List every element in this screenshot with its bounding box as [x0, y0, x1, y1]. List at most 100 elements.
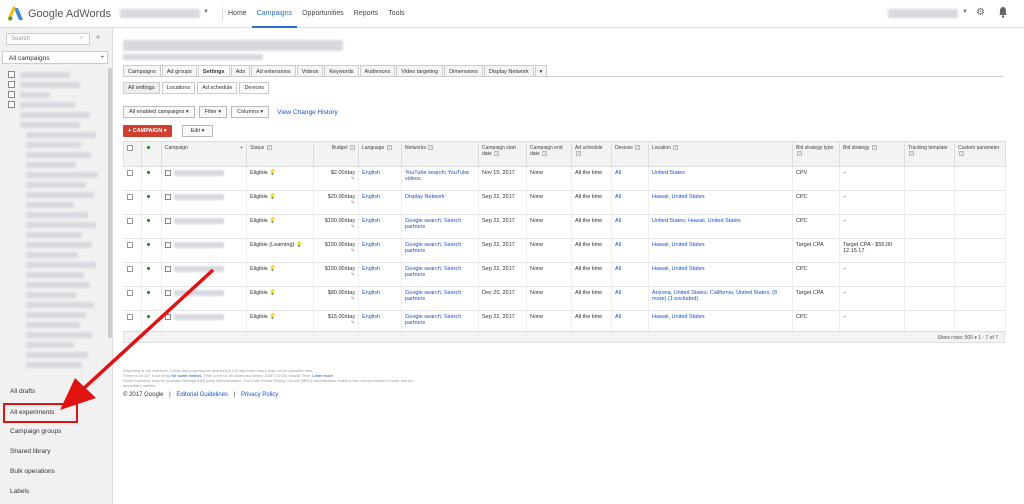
language-cell[interactable]: English: [358, 166, 402, 191]
tree-item[interactable]: [6, 260, 102, 270]
campaign-name-cell[interactable]: [161, 166, 247, 191]
tab-keywords[interactable]: Keywords: [324, 65, 359, 76]
budget-cell[interactable]: $80.00/day ✎: [313, 286, 359, 311]
row-checkbox[interactable]: [123, 214, 142, 239]
tab-audiences[interactable]: Audiences: [359, 65, 396, 76]
nav-campaigns[interactable]: Campaigns: [251, 0, 298, 28]
header-bid-strategy[interactable]: Bid strategy ?: [839, 141, 905, 167]
language-cell[interactable]: English: [358, 238, 402, 263]
tree-item[interactable]: [6, 130, 102, 140]
tree-item[interactable]: [6, 190, 102, 200]
search-icon[interactable]: ⌕: [80, 35, 83, 42]
sidebar-all-campaigns[interactable]: All campaigns +: [2, 51, 108, 64]
budget-cell[interactable]: $100.00/day ✎: [313, 238, 359, 263]
campaign-name-redacted[interactable]: [174, 314, 224, 320]
tree-item[interactable]: [6, 310, 102, 320]
account-dropdown-icon[interactable]: ▼: [203, 9, 209, 15]
row-checkbox[interactable]: [123, 286, 142, 311]
add-campaign-button[interactable]: + CAMPAIGN ▾: [123, 125, 172, 137]
campaign-name-redacted[interactable]: [174, 242, 224, 248]
networks-cell[interactable]: Google search; Search partners: [401, 262, 479, 287]
lightbulb-icon[interactable]: 💡: [269, 314, 276, 320]
table-row[interactable]: Eligible 💡 $80.00/day ✎ English Google searc…: [123, 286, 1006, 311]
lightbulb-icon[interactable]: 💡: [269, 170, 276, 176]
edit-budget-icon[interactable]: ✎: [351, 176, 355, 182]
row-checkbox[interactable]: [123, 190, 142, 215]
header-language[interactable]: Language ?: [358, 141, 402, 167]
header-status[interactable]: Status ?: [246, 141, 314, 167]
tab-settings[interactable]: Settings: [197, 65, 230, 76]
networks-cell[interactable]: Google search; Search partners: [401, 286, 479, 311]
edit-budget-icon[interactable]: ✎: [351, 320, 355, 326]
budget-cell[interactable]: $100.00/day ✎: [313, 262, 359, 287]
lightbulb-icon[interactable]: 💡: [269, 266, 276, 272]
nav-tools[interactable]: Tools: [383, 0, 409, 28]
user-account-redacted[interactable]: [888, 9, 958, 18]
campaign-name-cell[interactable]: [161, 238, 247, 263]
lightbulb-icon[interactable]: 💡: [269, 290, 276, 296]
lightbulb-icon[interactable]: 💡: [296, 242, 303, 248]
sidebar-bulk-operations[interactable]: Bulk operations: [10, 468, 55, 475]
sidebar-scrollbar[interactable]: [108, 68, 112, 338]
header-start-date[interactable]: Campaign start date ?: [478, 141, 527, 167]
nav-reports[interactable]: Reports: [349, 0, 384, 28]
campaign-name-cell[interactable]: [161, 286, 247, 311]
nav-home[interactable]: Home: [223, 0, 252, 28]
tree-item[interactable]: [6, 100, 102, 110]
columns-button[interactable]: Columns ▾: [231, 106, 270, 118]
language-cell[interactable]: English: [358, 190, 402, 215]
networks-cell[interactable]: YouTube search; YouTube videos: [401, 166, 479, 191]
collapse-sidebar-icon[interactable]: «: [96, 34, 100, 41]
header-devices[interactable]: Devices ?: [611, 141, 649, 167]
account-name-redacted[interactable]: [120, 9, 200, 18]
table-row[interactable]: Eligible 💡 $2.00/day ✎ English YouTube searc…: [123, 166, 1006, 191]
tree-item[interactable]: [6, 270, 102, 280]
tree-item[interactable]: [6, 180, 102, 190]
subtab-locations[interactable]: Locations: [161, 82, 196, 94]
tree-item[interactable]: [6, 80, 102, 90]
devices-cell[interactable]: All: [611, 286, 649, 311]
tree-item[interactable]: [6, 280, 102, 290]
header-custom-parameter[interactable]: Custom parameter ?: [954, 141, 1006, 167]
search-input[interactable]: Search: [6, 33, 90, 45]
tree-item[interactable]: [6, 70, 102, 80]
header-location[interactable]: Location ?: [648, 141, 793, 167]
edit-budget-icon[interactable]: ✎: [351, 248, 355, 254]
tree-item[interactable]: [6, 300, 102, 310]
networks-cell[interactable]: Google search; Search partners: [401, 214, 479, 239]
tab-display-network[interactable]: Display Network: [483, 65, 534, 76]
tab-videos[interactable]: Videos: [296, 65, 324, 76]
tree-item[interactable]: [6, 160, 102, 170]
tree-item[interactable]: [6, 150, 102, 160]
sidebar-campaign-groups[interactable]: Campaign groups: [10, 428, 61, 435]
header-bid-strategy-type[interactable]: Bid strategy type ?: [792, 141, 840, 167]
budget-cell[interactable]: $20.00/day ✎: [313, 190, 359, 215]
campaign-name-cell[interactable]: [161, 262, 247, 287]
header-budget[interactable]: Budget ?: [313, 141, 359, 167]
table-row[interactable]: Eligible (Learning) 💡 $100.00/day ✎ English…: [123, 238, 1006, 263]
lightbulb-icon[interactable]: 💡: [269, 218, 276, 224]
subtab-devices[interactable]: Devices: [239, 82, 269, 94]
bell-icon[interactable]: [998, 6, 1008, 18]
campaign-name-redacted[interactable]: [174, 266, 224, 272]
location-cell[interactable]: Hawaii, United States: [648, 238, 793, 263]
campaign-status-dropdown[interactable]: All enabled campaigns ▾: [123, 106, 195, 118]
devices-cell[interactable]: All: [611, 262, 649, 287]
tab-dimensions[interactable]: Dimensions: [444, 65, 483, 76]
location-cell[interactable]: United States: [648, 166, 793, 191]
select-all-checkbox[interactable]: [123, 141, 142, 167]
sidebar-labels[interactable]: Labels: [10, 488, 29, 495]
edit-button[interactable]: Edit ▾: [181, 125, 214, 137]
networks-cell[interactable]: Display Network: [401, 190, 479, 215]
budget-cell[interactable]: $100.00/day ✎: [313, 214, 359, 239]
tree-item[interactable]: [6, 210, 102, 220]
devices-cell[interactable]: All: [611, 190, 649, 215]
campaign-name-redacted[interactable]: [174, 170, 224, 176]
add-icon[interactable]: +: [100, 55, 104, 61]
nav-opportunities[interactable]: Opportunities: [297, 0, 349, 28]
gear-icon[interactable]: ⚙: [976, 7, 985, 18]
location-cell[interactable]: Hawaii, United States: [648, 190, 793, 215]
language-cell[interactable]: English: [358, 286, 402, 311]
tree-item[interactable]: [6, 250, 102, 260]
tree-item[interactable]: [6, 360, 102, 370]
